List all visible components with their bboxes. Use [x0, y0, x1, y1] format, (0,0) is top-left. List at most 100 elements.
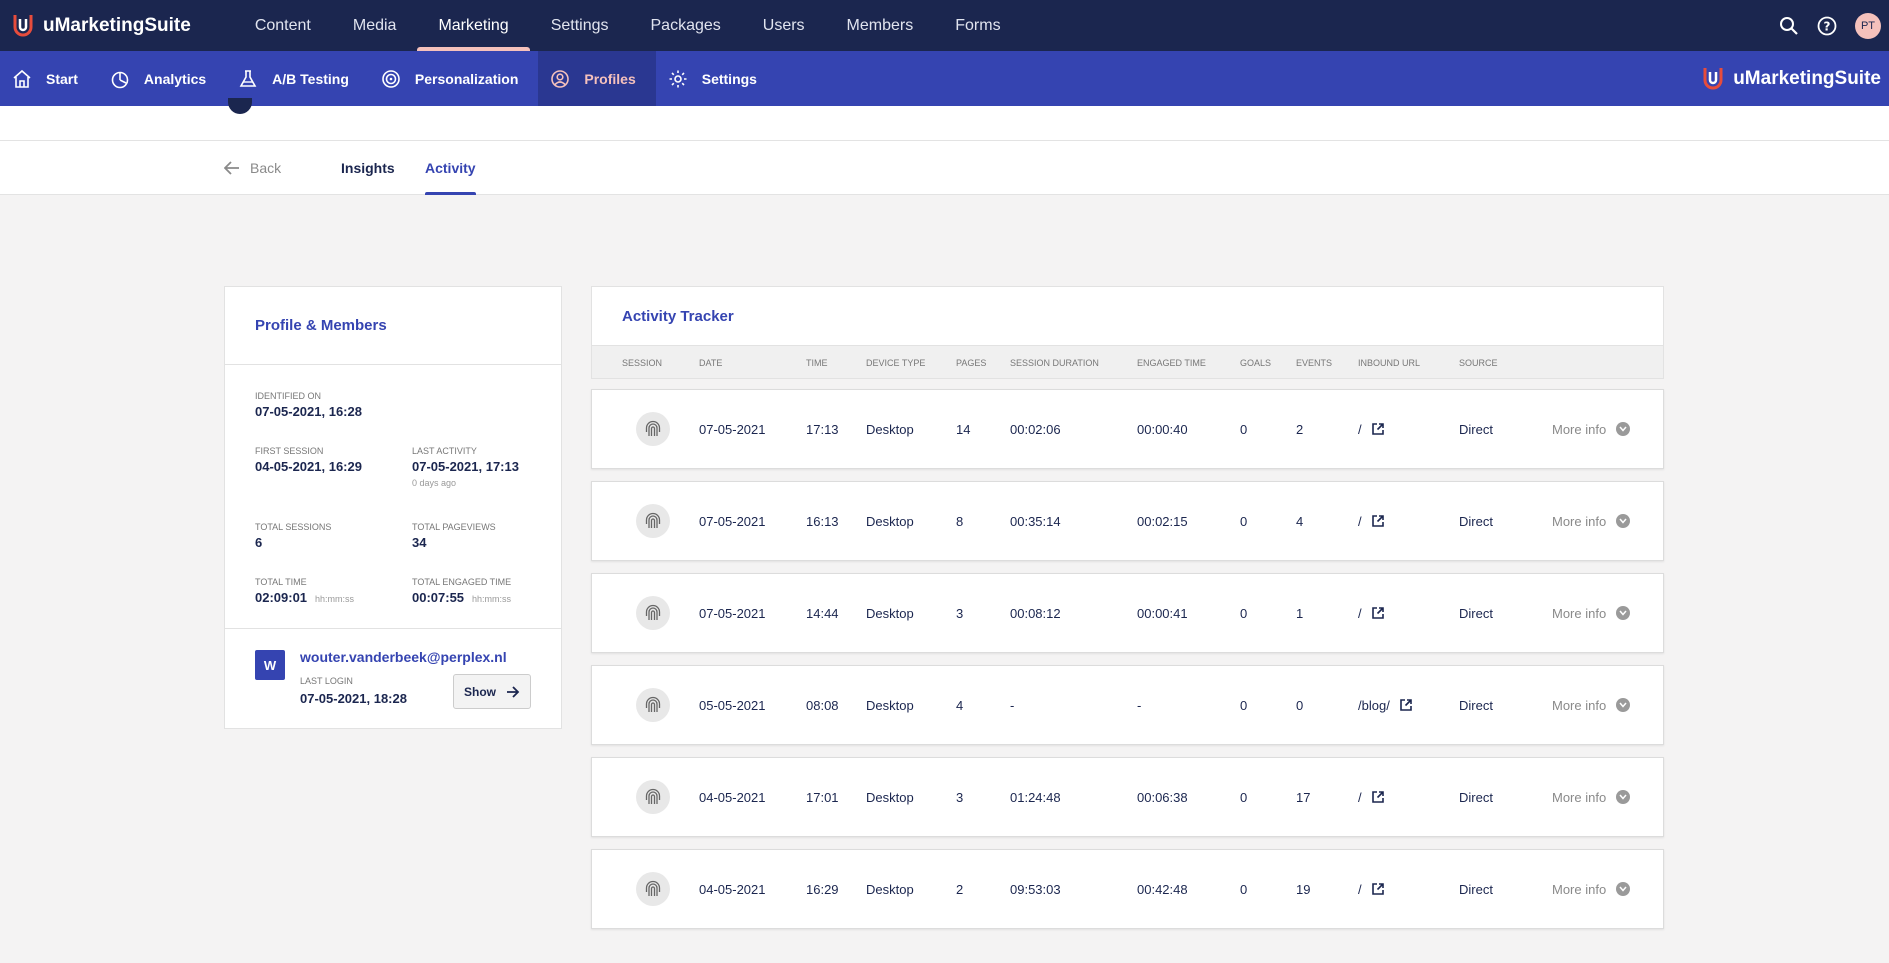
- more-info-toggle[interactable]: More info: [1552, 482, 1631, 560]
- cell-device: Desktop: [866, 881, 914, 897]
- total-time-stat: TOTAL TIME 02:09:01 hh:mm:ss: [255, 577, 354, 605]
- search-icon[interactable]: [1779, 16, 1799, 36]
- subnav-item-label: A/B Testing: [272, 70, 349, 87]
- subnav-item-label: Profiles: [584, 70, 636, 87]
- more-info-toggle[interactable]: More info: [1552, 390, 1631, 468]
- cell-events: 19: [1296, 881, 1311, 897]
- cell-pages: 14: [956, 421, 971, 437]
- more-info-toggle[interactable]: More info: [1552, 758, 1631, 836]
- first-session-label: FIRST SESSION: [255, 446, 324, 456]
- last-login-value: 07-05-2021, 18:28: [300, 691, 407, 706]
- column-header: SESSION: [622, 358, 663, 368]
- cell-time: 16:13: [806, 513, 839, 529]
- cell-pages: 4: [956, 697, 964, 713]
- subnav-item-personalization[interactable]: Personalization: [369, 51, 538, 106]
- column-header: DEVICE TYPE: [866, 358, 926, 368]
- total-engaged-value: 00:07:55: [412, 590, 465, 605]
- activity-row[interactable]: 07-05-2021 17:13 Desktop 14 00:02:06 00:00:40…: [591, 389, 1664, 469]
- cell-url: /: [1358, 574, 1384, 652]
- more-info-label: More info: [1552, 421, 1607, 437]
- back-label: Back: [250, 160, 282, 176]
- more-info-toggle[interactable]: More info: [1552, 574, 1631, 652]
- topnav-item-settings[interactable]: Settings: [530, 0, 630, 51]
- cell-goals: 0: [1240, 513, 1248, 529]
- tab-activity[interactable]: Activity: [425, 141, 476, 195]
- cell-goals: 0: [1240, 789, 1248, 805]
- topnav-item-media[interactable]: Media: [332, 0, 418, 51]
- topnav-item-marketing[interactable]: Marketing: [417, 0, 530, 51]
- help-icon[interactable]: ?: [1817, 16, 1837, 36]
- external-link-icon[interactable]: [1371, 607, 1384, 619]
- profile-avatar-partial: [228, 98, 252, 114]
- back-link[interactable]: Back: [224, 141, 281, 195]
- column-header: DATE: [699, 358, 723, 368]
- activity-row[interactable]: 04-05-2021 17:01 Desktop 3 01:24:48 00:06:38 0…: [591, 757, 1664, 837]
- cell-time: 17:01: [806, 789, 839, 805]
- more-info-label: More info: [1552, 513, 1607, 529]
- cell-engaged: 00:00:40: [1137, 421, 1188, 437]
- activity-row[interactable]: 07-05-2021 16:13 Desktop 8 00:35:14 00:02:15 0…: [591, 481, 1664, 561]
- activity-row[interactable]: 04-05-2021 16:29 Desktop 2 09:53:03 00:42:48 0…: [591, 849, 1664, 929]
- topnav-item-members[interactable]: Members: [826, 0, 935, 51]
- cell-time: 14:44: [806, 605, 839, 621]
- cell-url: /: [1358, 390, 1384, 468]
- subnav-item-analytics[interactable]: Analytics: [98, 51, 226, 106]
- cell-device: Desktop: [866, 513, 914, 529]
- marketing-subnav: Start Analytics A/B Testing Personalization…: [0, 51, 1889, 106]
- session-fingerprint-icon: [636, 596, 670, 630]
- show-member-label: Show: [464, 684, 496, 699]
- total-pageviews-stat: TOTAL PAGEVIEWS 34: [412, 522, 496, 550]
- more-info-label: More info: [1552, 881, 1607, 897]
- total-sessions-stat: TOTAL SESSIONS 6: [255, 522, 331, 550]
- last-activity-value: 07-05-2021, 17:13: [412, 459, 519, 474]
- app-logo[interactable]: uMarketingSuite: [11, 13, 191, 39]
- more-info-toggle[interactable]: More info: [1552, 666, 1631, 744]
- inbound-url-text: /: [1358, 513, 1362, 529]
- topnav-item-users[interactable]: Users: [742, 0, 826, 51]
- external-link-icon[interactable]: [1371, 883, 1384, 895]
- profile-header-strip: [0, 98, 1889, 141]
- cell-engaged: 00:02:15: [1137, 513, 1188, 529]
- cell-pages: 2: [956, 881, 964, 897]
- total-pageviews-label: TOTAL PAGEVIEWS: [412, 522, 496, 532]
- cell-device: Desktop: [866, 697, 914, 713]
- personalization-icon: [381, 69, 401, 89]
- member-email-link[interactable]: wouter.vanderbeek@perplex.nl: [300, 649, 507, 665]
- session-fingerprint-icon: [636, 504, 670, 538]
- first-session-stat: FIRST SESSION 04-05-2021, 16:29: [255, 446, 362, 474]
- subnav-item-settings[interactable]: Settings: [656, 51, 777, 106]
- cell-duration: 09:53:03: [1010, 881, 1061, 897]
- cell-url: /blog/: [1358, 666, 1412, 744]
- subnav-item-label: Personalization: [414, 70, 519, 87]
- inbound-url-text: /: [1358, 881, 1362, 897]
- svg-text:?: ?: [1824, 19, 1831, 33]
- subnav-item-profiles[interactable]: Profiles: [538, 51, 656, 106]
- cell-time: 08:08: [806, 697, 839, 713]
- topnav-item-forms[interactable]: Forms: [934, 0, 1021, 51]
- cell-events: 4: [1296, 513, 1304, 529]
- total-sessions-label: TOTAL SESSIONS: [255, 522, 332, 532]
- cell-engaged: 00:06:38: [1137, 789, 1188, 805]
- cell-device: Desktop: [866, 421, 914, 437]
- topnav-item-content[interactable]: Content: [234, 0, 332, 51]
- external-link-icon[interactable]: [1371, 515, 1384, 527]
- external-link-icon[interactable]: [1400, 699, 1412, 711]
- subnav-item-start[interactable]: Start: [0, 51, 98, 106]
- external-link-icon[interactable]: [1371, 423, 1384, 435]
- topnav-item-packages[interactable]: Packages: [630, 0, 742, 51]
- activity-row[interactable]: 07-05-2021 14:44 Desktop 3 00:08:12 00:00:41 0…: [591, 573, 1664, 653]
- activity-row[interactable]: 05-05-2021 08:08 Desktop 4 - - 0 0/blog/Direct M…: [591, 665, 1664, 745]
- subnav-item-label: Analytics: [143, 70, 207, 87]
- total-engaged-stat: TOTAL ENGAGED TIME 00:07:55 hh:mm:ss: [412, 577, 511, 605]
- cell-duration: 00:02:06: [1010, 421, 1061, 437]
- settings-gear-icon: [668, 69, 688, 89]
- inbound-url-text: /: [1358, 789, 1362, 805]
- more-info-toggle[interactable]: More info: [1552, 850, 1631, 928]
- chevron-down-icon: [1616, 422, 1631, 436]
- external-link-icon[interactable]: [1371, 791, 1384, 803]
- show-member-button[interactable]: Show: [453, 674, 531, 709]
- tab-insights[interactable]: Insights: [341, 141, 395, 195]
- inbound-url-text: /blog/: [1358, 697, 1390, 713]
- user-avatar[interactable]: PT: [1855, 12, 1881, 39]
- arrow-left-icon: [224, 161, 239, 175]
